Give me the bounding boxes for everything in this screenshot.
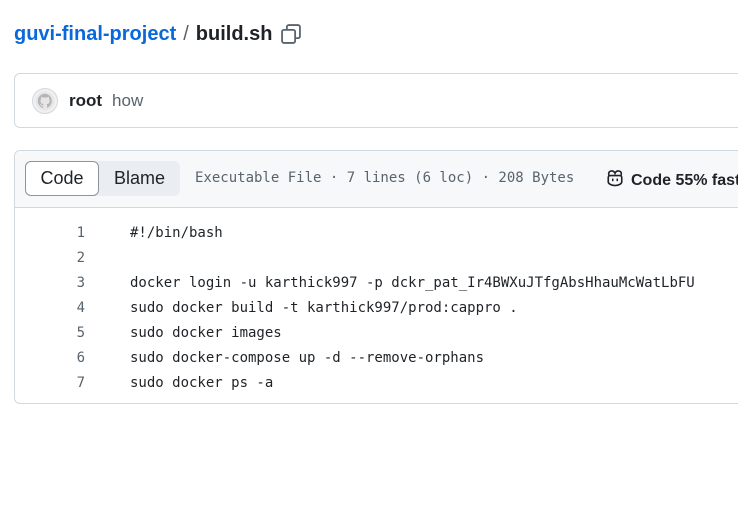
breadcrumb-file-name: build.sh — [195, 22, 273, 45]
tab-code[interactable]: Code — [25, 161, 99, 196]
tab-blame[interactable]: Blame — [99, 161, 180, 196]
line-code: sudo docker images — [130, 324, 282, 341]
copilot-promo[interactable]: Code 55% faster — [605, 168, 738, 193]
page: guvi-final-project / build.sh root how C… — [0, 0, 738, 514]
breadcrumb-separator: / — [183, 22, 189, 45]
code-line: 1 #!/bin/bash — [15, 220, 738, 245]
code-line: 6 sudo docker-compose up -d --remove-orp… — [15, 345, 738, 370]
file-viewer: Code Blame Executable File · 7 lines (6 … — [14, 150, 738, 404]
github-avatar-icon[interactable] — [32, 87, 58, 114]
line-number[interactable]: 6 — [15, 350, 85, 366]
copilot-label: Code 55% faster — [631, 171, 738, 189]
code-line: 4 sudo docker build -t karthick997/prod:… — [15, 295, 738, 320]
file-info: Executable File · 7 lines (6 loc) · 208 … — [195, 170, 575, 186]
line-number[interactable]: 1 — [15, 225, 85, 241]
file-header: Code Blame Executable File · 7 lines (6 … — [15, 151, 738, 208]
commit-message[interactable]: how — [112, 91, 143, 111]
copilot-icon — [605, 168, 625, 193]
line-code: sudo docker build -t karthick997/prod:ca… — [130, 299, 518, 316]
code-blame-toggle: Code Blame — [25, 161, 180, 196]
line-number[interactable]: 2 — [15, 250, 85, 266]
code-line: 7 sudo docker ps -a — [15, 370, 738, 395]
line-number[interactable]: 4 — [15, 300, 85, 316]
breadcrumb: guvi-final-project / build.sh — [14, 20, 302, 48]
copy-icon[interactable] — [280, 23, 302, 45]
code-line: 5 sudo docker images — [15, 320, 738, 345]
line-number[interactable]: 5 — [15, 325, 85, 341]
latest-commit-box: root how — [14, 73, 738, 128]
code-line: 3 docker login -u karthick997 -p dckr_pa… — [15, 270, 738, 295]
line-code: docker login -u karthick997 -p dckr_pat_… — [130, 274, 695, 291]
line-number[interactable]: 3 — [15, 275, 85, 291]
line-code: sudo docker ps -a — [130, 374, 274, 391]
breadcrumb-repo-link[interactable]: guvi-final-project — [14, 23, 176, 46]
commit-author[interactable]: root — [69, 91, 102, 111]
line-code: sudo docker-compose up -d --remove-orpha… — [130, 349, 485, 366]
code-area: 1 #!/bin/bash 2 3 docker login -u karthi… — [15, 208, 738, 395]
line-code: #!/bin/bash — [130, 224, 223, 241]
code-line: 2 — [15, 245, 738, 270]
line-number[interactable]: 7 — [15, 375, 85, 391]
